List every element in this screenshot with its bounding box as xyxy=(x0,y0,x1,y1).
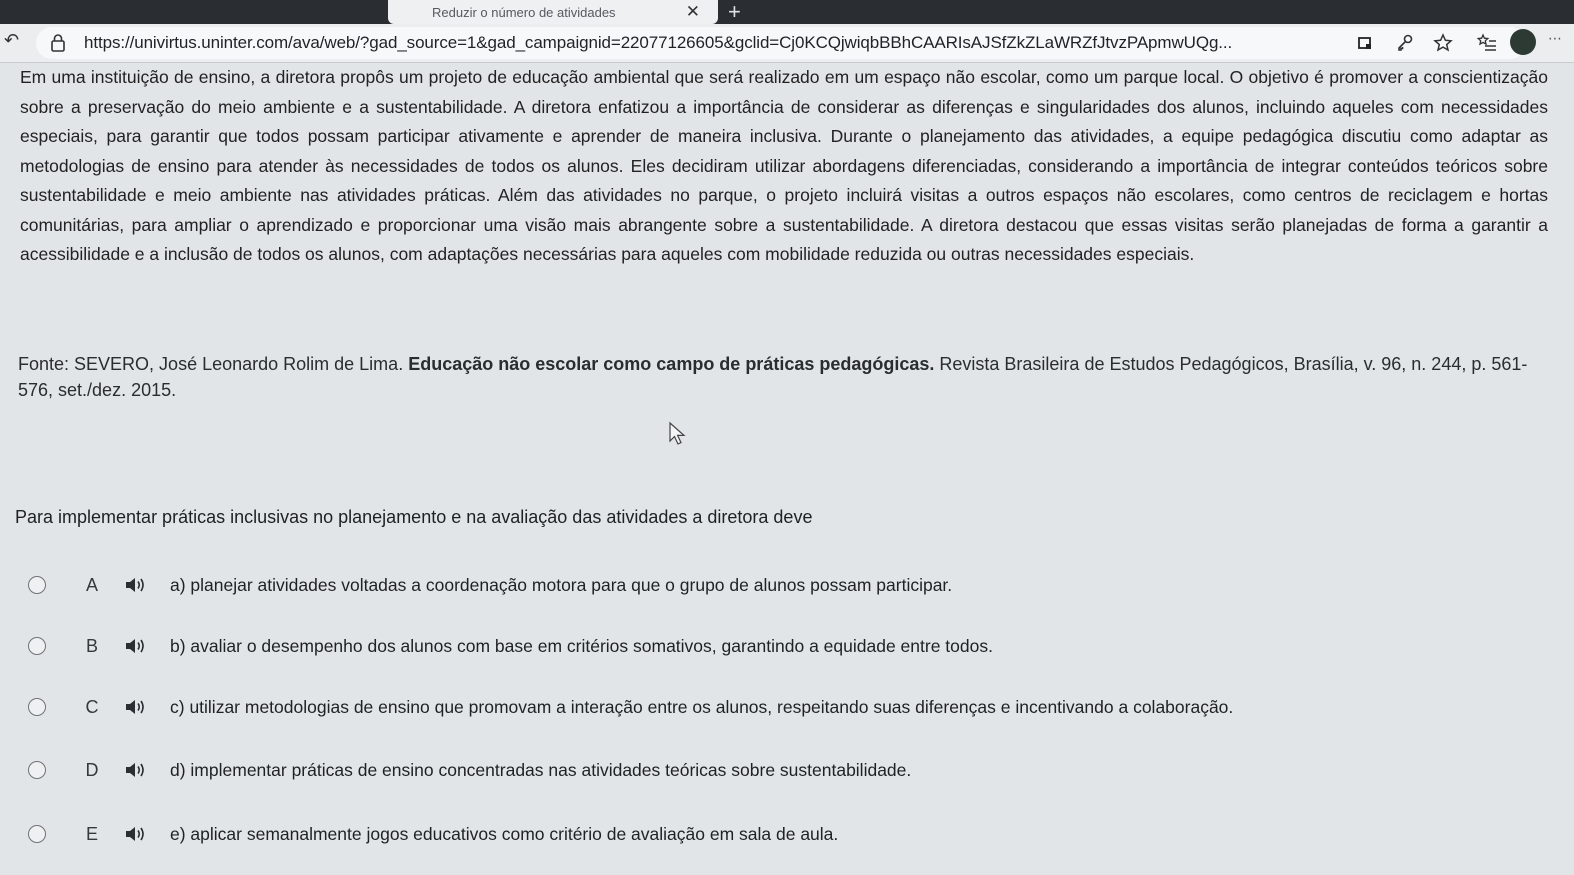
option-letter: C xyxy=(85,696,99,717)
option-letter: E xyxy=(85,823,98,844)
radio-button[interactable] xyxy=(28,761,46,779)
source-title: Educação não escolar como campo de práti… xyxy=(408,354,935,374)
option-a[interactable]: A a) planejar atividades voltadas a coor… xyxy=(24,568,1524,602)
speaker-icon[interactable] xyxy=(124,825,146,843)
lock-icon[interactable] xyxy=(48,33,68,53)
tab-strip: Reduzir o número de atividades ✕ + xyxy=(0,0,1574,24)
speaker-icon[interactable] xyxy=(124,576,146,594)
option-text: c) utilizar metodologias de ensino que p… xyxy=(170,696,1234,717)
mouse-cursor-icon xyxy=(669,421,686,445)
option-b[interactable]: B b) avaliar o desempenho dos alunos com… xyxy=(24,629,1524,663)
back-arrow-icon[interactable]: ↶ xyxy=(4,30,19,51)
option-text: a) planejar atividades voltadas a coorde… xyxy=(170,574,953,595)
option-text: e) aplicar semanalmente jogos educativos… xyxy=(170,823,839,844)
option-letter: A xyxy=(85,574,98,595)
radio-button[interactable] xyxy=(28,825,46,843)
option-text: d) implementar práticas de ensino concen… xyxy=(170,759,912,780)
star-icon[interactable] xyxy=(1432,32,1454,54)
radio-button[interactable] xyxy=(28,637,46,655)
profile-avatar[interactable] xyxy=(1510,29,1536,55)
page-content: Em uma instituição de ensino, a diretora… xyxy=(0,63,1574,875)
speaker-icon[interactable] xyxy=(124,698,146,716)
speaker-icon[interactable] xyxy=(124,637,146,655)
favorites-list-icon[interactable] xyxy=(1476,32,1498,54)
screen-cast-icon[interactable] xyxy=(1354,32,1376,54)
option-text: b) avaliar o desempenho dos alunos com b… xyxy=(170,635,993,656)
address-bar[interactable]: https://univirtus.uninter.com/ava/web/?g… xyxy=(36,27,1526,59)
option-letter: D xyxy=(85,759,99,780)
option-e[interactable]: E e) aplicar semanalmente jogos educativ… xyxy=(24,817,1524,851)
url-text[interactable]: https://univirtus.uninter.com/ava/web/?g… xyxy=(84,33,1334,53)
browser-window: Reduzir o número de atividades ✕ + ↶ htt… xyxy=(0,0,1574,875)
tab-close-icon[interactable]: ✕ xyxy=(686,2,700,22)
browser-tab[interactable]: Reduzir o número de atividades ✕ xyxy=(388,0,718,24)
question-prompt: Para implementar práticas inclusivas no … xyxy=(15,507,813,527)
new-tab-button[interactable]: + xyxy=(728,0,741,24)
more-menu-icon[interactable]: ⋯ xyxy=(1548,30,1562,47)
option-letter: B xyxy=(85,635,98,656)
key-icon[interactable] xyxy=(1394,32,1416,54)
source-prefix: Fonte: SEVERO, José Leonardo Rolim de Li… xyxy=(18,354,409,374)
question-passage: Em uma instituição de ensino, a diretora… xyxy=(20,63,1548,270)
option-c[interactable]: C c) utilizar metodologias de ensino que… xyxy=(24,690,1524,724)
tab-title: Reduzir o número de atividades xyxy=(432,4,616,20)
passage-text: Em uma instituição de ensino, a diretora… xyxy=(20,67,1548,264)
radio-button[interactable] xyxy=(28,698,46,716)
address-toolbar: ↶ https://univirtus.uninter.com/ava/web/… xyxy=(0,24,1574,63)
speaker-icon[interactable] xyxy=(124,761,146,779)
source-citation: Fonte: SEVERO, José Leonardo Rolim de Li… xyxy=(18,351,1546,403)
option-d[interactable]: D d) implementar práticas de ensino conc… xyxy=(24,753,1524,787)
radio-button[interactable] xyxy=(28,576,46,594)
